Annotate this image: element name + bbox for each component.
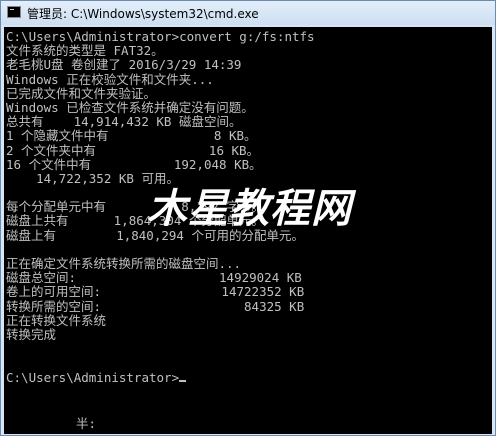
console-line: 转换所需的空间: 84325 KB (6, 298, 305, 314)
console-line: 卷上的可用空间: 14722352 KB (6, 284, 305, 300)
console-line: 已完成文件和文件夹验证。 (6, 85, 157, 101)
watermark: 木星教程网 (147, 186, 352, 232)
console-line: 16 个文件中有 192,048 KB。 (6, 156, 262, 172)
window-title: 管理员: C:\Windows\system32\cmd.exe (27, 7, 259, 21)
console-line: Windows 已检查文件系统并确定没有问题。 (6, 99, 254, 115)
console-line: 磁盘总空间: 14929024 KB (6, 270, 302, 286)
console-line: C:\Users\Administrator> (6, 370, 315, 385)
cmd-icon[interactable] (7, 6, 21, 18)
console-line: 转换完成 (6, 326, 57, 342)
console-line: 正在转换文件系统 (6, 312, 107, 328)
console-line: 2 个文件夹中有 16 KB。 (6, 142, 260, 158)
console-line: 文件系统的类型是 FAT32。 (6, 43, 164, 59)
console-line: C:\Users\Administrator>convert g:/fs:ntf… (6, 29, 315, 44)
console-line: 1 个隐藏文件中有 8 KB。 (6, 128, 257, 144)
title-bar[interactable]: 管理员: C:\Windows\system32\cmd.exe (1, 1, 495, 25)
console-line: 总共有 14,914,432 KB 磁盘空间。 (6, 114, 242, 130)
console-line: 老毛桃U盘 卷创建了 2016/3/29 14:39 (6, 57, 242, 73)
text-cursor (179, 379, 187, 382)
cmd-window: 管理员: C:\Windows\system32\cmd.exe C:\User… (0, 0, 496, 436)
console-line: 正在确定文件系统转换所需的磁盘空间... (6, 256, 242, 271)
console-line: Windows 正在校验文件和文件夹... (6, 71, 214, 87)
ime-indicator: 半: (76, 416, 97, 431)
